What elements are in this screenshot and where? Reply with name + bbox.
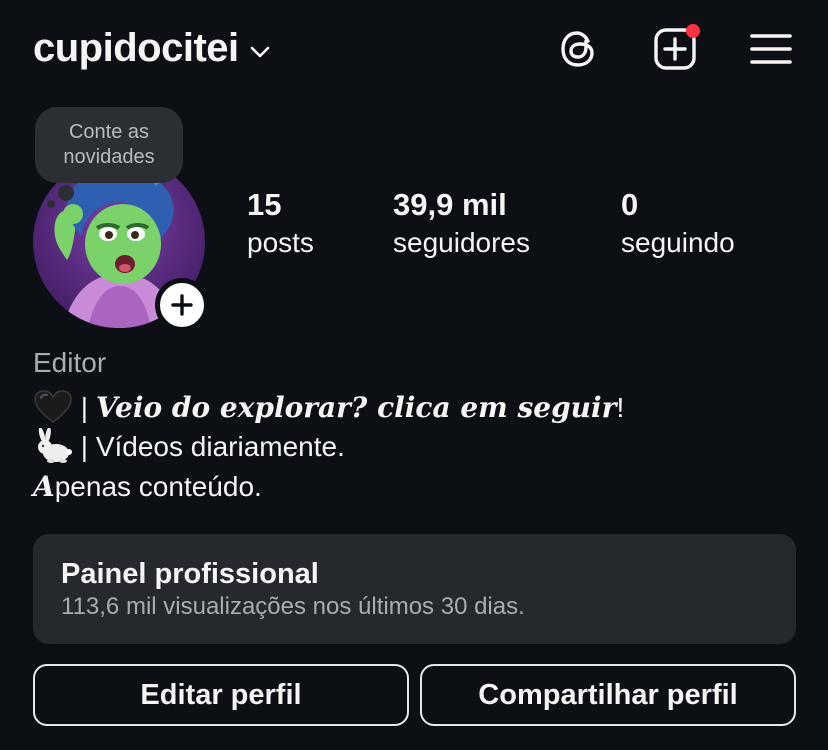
dashboard-subtitle: 113,6 mil visualizações nos últimos 30 d…	[61, 593, 525, 620]
profile-category: Editor	[33, 347, 107, 378]
add-story-button[interactable]	[155, 278, 209, 332]
bio-line-2-text: | Vídeos diariamente.	[80, 431, 345, 462]
account-switcher[interactable]: cupidocitei	[33, 26, 271, 71]
note-bubble-tail	[58, 185, 74, 201]
bio-line-3-initial: A	[33, 470, 55, 503]
bio-line-3: Apenas conteúdo.	[33, 470, 262, 503]
professional-dashboard-card[interactable]: Painel profissional 113,6 mil visualizaç…	[33, 534, 796, 644]
chevron-down-icon	[250, 46, 269, 57]
following-label: seguindo	[621, 227, 735, 258]
edit-profile-button[interactable]: Editar perfil	[33, 664, 409, 726]
followers-label: seguidores	[393, 227, 530, 258]
posts-label: posts	[247, 227, 314, 258]
posts-value: 15	[247, 187, 282, 222]
black-heart-icon	[34, 390, 72, 423]
profile-header: cupidocitei	[0, 0, 828, 100]
note-text: Conte as novidades	[63, 121, 155, 168]
followers-value: 39,9 mil	[393, 187, 507, 222]
threads-icon[interactable]	[556, 26, 602, 72]
following-count[interactable]: 0 seguindo	[621, 186, 735, 262]
notification-dot	[686, 24, 700, 38]
share-profile-button[interactable]: Compartilhar perfil	[420, 664, 796, 726]
bio-line-1-end: !	[616, 392, 625, 423]
bio-line-1-text: Veio do explorar? clica em seguir	[95, 391, 617, 424]
username: cupidocitei	[33, 26, 239, 70]
bio-line-1: | Veio do explorar? clica em seguir!	[33, 389, 624, 425]
bio-line-3-text: penas conteúdo.	[54, 471, 262, 502]
profile-page: cupidocitei Conte as novidades 15 posts …	[0, 0, 828, 750]
plus-icon	[171, 294, 193, 316]
bio-line-2: | Vídeos diariamente.	[33, 428, 345, 464]
posts-count[interactable]: 15 posts	[247, 186, 314, 262]
rabbit-icon	[38, 428, 72, 463]
note-bubble-tail-small	[47, 200, 55, 208]
dashboard-title: Painel profissional	[61, 558, 319, 590]
menu-icon[interactable]	[748, 26, 794, 72]
bio-line-1-separator: |	[80, 392, 96, 423]
followers-count[interactable]: 39,9 mil seguidores	[393, 186, 530, 262]
following-value: 0	[621, 187, 639, 222]
note-bubble[interactable]: Conte as novidades	[35, 107, 183, 183]
